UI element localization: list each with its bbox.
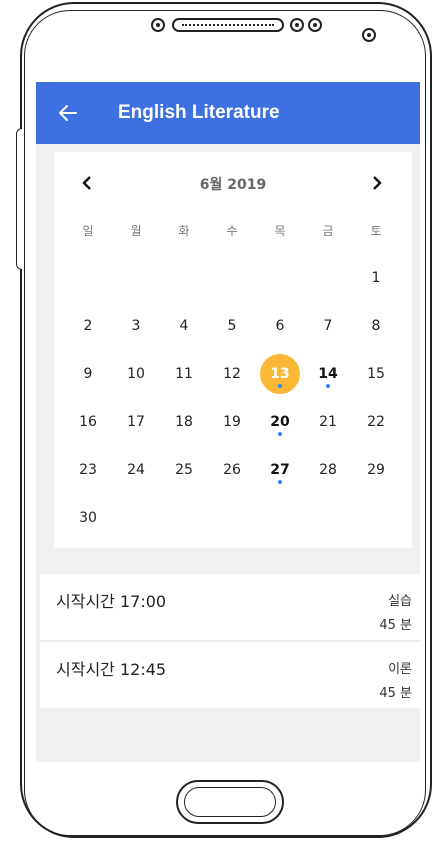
calendar-day[interactable]: 25 [164, 450, 204, 490]
day-number: 6 [275, 318, 285, 334]
calendar-day[interactable]: 23 [68, 450, 108, 490]
day-number: 22 [367, 414, 385, 430]
day-number: 12 [223, 366, 241, 382]
calendar-day[interactable]: 11 [164, 354, 204, 394]
weekday-sun: 일 [82, 224, 94, 238]
light-sensor [308, 18, 322, 32]
app-bar: English Literature [36, 82, 420, 144]
next-month-button[interactable] [362, 168, 392, 198]
day-number: 15 [367, 366, 385, 382]
day-number: 2 [83, 318, 93, 334]
event-dot [278, 480, 282, 484]
calendar-day[interactable]: 16 [68, 402, 108, 442]
calendar: 6월 2019 일 월 화 수 목 금 토 1 2 3 4 5 6 7 8 9 10 11 12 13 14 15 16 17… [54, 152, 412, 548]
calendar-day[interactable]: 29 [356, 450, 396, 490]
day-number: 26 [223, 462, 241, 478]
day-number: 29 [367, 462, 385, 478]
session-duration: 45 분 [379, 686, 412, 701]
session-item[interactable]: 시작시간 17:00 실습 45 분 [40, 574, 420, 640]
day-number: 10 [127, 366, 145, 382]
calendar-day[interactable]: 4 [164, 306, 204, 346]
day-number: 13 [270, 366, 290, 382]
event-dot [278, 384, 282, 388]
calendar-day[interactable]: 10 [116, 354, 156, 394]
calendar-day[interactable]: 30 [68, 498, 108, 538]
calendar-day[interactable]: 8 [356, 306, 396, 346]
session-duration: 45 분 [379, 618, 412, 633]
session-start: 시작시간 12:45 [56, 660, 167, 679]
weekday-tue: 화 [178, 224, 190, 238]
calendar-day[interactable]: 2 [68, 306, 108, 346]
chevron-right-icon [373, 176, 382, 190]
day-number: 8 [371, 318, 381, 334]
weekday-sat: 토 [370, 224, 382, 238]
day-number: 7 [323, 318, 333, 334]
session-start: 시작시간 17:00 [56, 592, 167, 611]
day-number: 18 [175, 414, 193, 430]
calendar-day[interactable]: 18 [164, 402, 204, 442]
day-number: 19 [223, 414, 241, 430]
calendar-day[interactable]: 3 [116, 306, 156, 346]
earpiece-speaker [172, 18, 284, 32]
weekday-wed: 수 [226, 224, 238, 238]
event-dot [326, 384, 330, 388]
front-camera-secondary [362, 28, 376, 42]
weekday-fri: 금 [322, 224, 334, 238]
calendar-day[interactable]: 28 [308, 450, 348, 490]
day-number: 16 [79, 414, 97, 430]
calendar-day[interactable]: 26 [212, 450, 252, 490]
back-button[interactable] [48, 82, 88, 144]
day-number: 14 [318, 366, 338, 382]
day-number: 1 [371, 270, 381, 286]
front-camera [151, 18, 165, 32]
calendar-day[interactable]: 22 [356, 402, 396, 442]
month-label: 6월 2019 [199, 177, 267, 193]
calendar-day[interactable]: 13 [260, 354, 300, 394]
arrow-left-icon [59, 105, 77, 121]
day-number: 17 [127, 414, 145, 430]
calendar-day[interactable]: 15 [356, 354, 396, 394]
home-button[interactable] [176, 780, 284, 824]
calendar-day[interactable]: 6 [260, 306, 300, 346]
calendar-day[interactable]: 5 [212, 306, 252, 346]
session-item[interactable]: 시작시간 12:45 이론 45 분 [40, 642, 420, 708]
weekday-thu: 목 [274, 224, 286, 238]
calendar-day[interactable]: 17 [116, 402, 156, 442]
page-title: English Literature [118, 102, 280, 123]
calendar-day[interactable]: 14 [308, 354, 348, 394]
side-button [16, 128, 22, 270]
calendar-day[interactable]: 21 [308, 402, 348, 442]
day-number: 27 [270, 462, 290, 478]
calendar-day[interactable]: 9 [68, 354, 108, 394]
app-screen: English Literature 6월 2019 일월화수목금토123456… [36, 82, 420, 762]
day-number: 20 [270, 414, 290, 430]
session-type: 실습 [388, 594, 412, 609]
calendar-day[interactable]: 27 [260, 450, 300, 490]
day-number: 9 [83, 366, 93, 382]
day-number: 23 [79, 462, 97, 478]
day-number: 28 [319, 462, 337, 478]
day-number: 25 [175, 462, 193, 478]
calendar-day[interactable]: 19 [212, 402, 252, 442]
session-type: 이론 [388, 662, 412, 677]
day-number: 11 [175, 366, 193, 382]
day-number: 3 [131, 318, 141, 334]
proximity-sensor [290, 18, 304, 32]
calendar-day[interactable]: 20 [260, 402, 300, 442]
calendar-day[interactable]: 24 [116, 450, 156, 490]
day-number: 30 [79, 510, 97, 526]
weekday-mon: 월 [130, 224, 142, 238]
calendar-day[interactable]: 7 [308, 306, 348, 346]
calendar-day[interactable]: 1 [356, 258, 396, 298]
day-number: 24 [127, 462, 145, 478]
day-number: 4 [179, 318, 189, 334]
calendar-day[interactable]: 12 [212, 354, 252, 394]
day-number: 21 [319, 414, 337, 430]
event-dot [278, 432, 282, 436]
day-number: 5 [227, 318, 237, 334]
